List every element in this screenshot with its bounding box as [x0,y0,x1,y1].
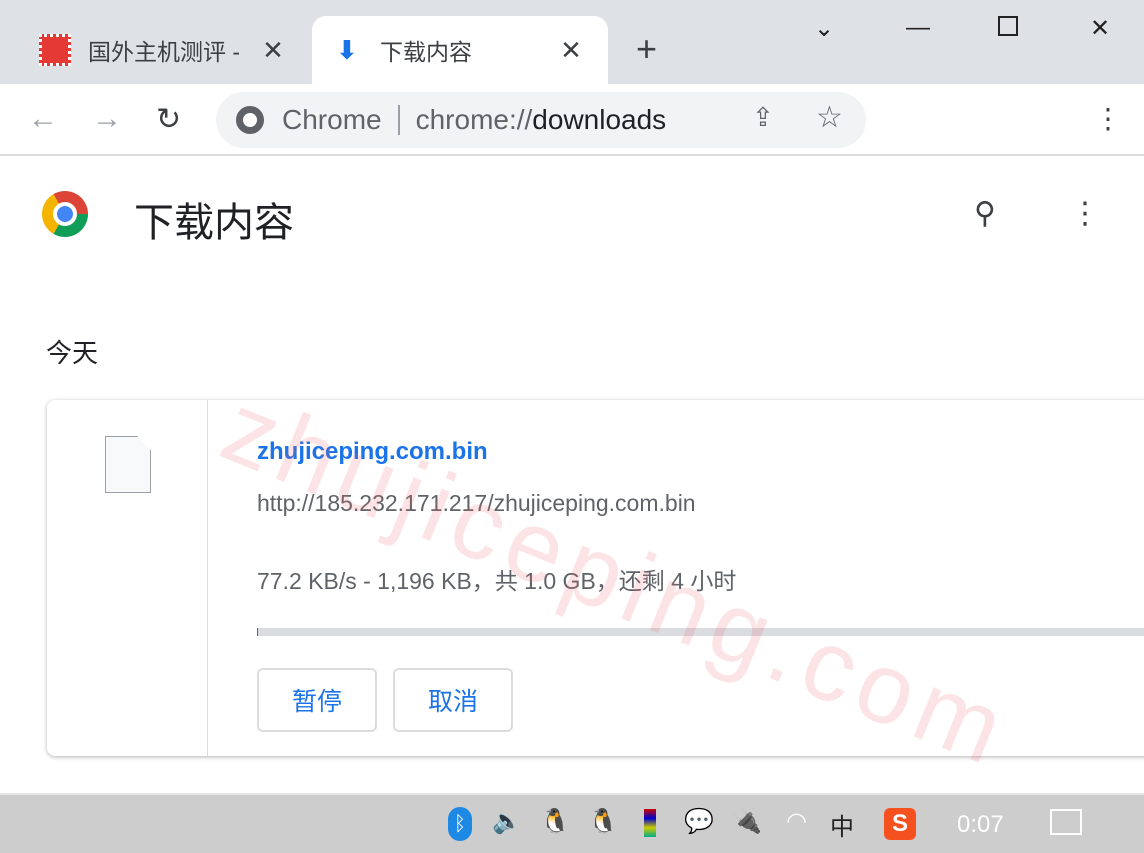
tab-title: 下载内容 [380,39,472,65]
bluetooth-icon[interactable]: ᛒ [448,807,472,841]
browser-menu-icon[interactable]: ⋮ [1094,102,1122,135]
tab-site[interactable]: 国外主机测评 - ✕ [20,16,310,84]
close-window-button[interactable]: ✕ [1090,14,1110,43]
taskbar: ᛒ 🔈 🐧 🐧 💬 🔌 ◠ 中 S 0:07 [0,793,1144,853]
search-icon[interactable]: ⚲ [974,196,996,231]
reload-button[interactable]: ↻ [156,102,181,137]
tab-search-icon[interactable]: ⌄ [814,14,834,43]
wechat-icon[interactable]: 💬 [684,807,714,836]
url-host: downloads [532,104,667,135]
tab-title: 国外主机测评 - [88,39,241,65]
qq-icon-2[interactable]: 🐧 [588,807,618,836]
ime-indicator[interactable]: 中 [830,807,854,842]
cancel-button[interactable]: 取消 [393,668,513,732]
page-title: 下载内容 [134,201,294,245]
minimize-button[interactable]: — [906,14,930,42]
back-button[interactable]: ← [28,102,58,136]
divider [397,105,400,135]
forward-button[interactable]: → [92,102,122,136]
file-icon [105,436,151,493]
date-section-header: 今天 [46,338,99,368]
wifi-icon[interactable]: ◠ [786,807,807,836]
bookmark-star-icon[interactable]: ☆ [816,100,843,135]
new-tab-button[interactable]: + [636,28,657,70]
volume-icon[interactable]: 🔈 [492,807,522,836]
chrome-logo [42,191,88,237]
download-icon: ⬇ [336,34,358,65]
address-bar[interactable]: Chrome chrome:// downloads ⇪ ☆ [216,92,866,148]
chrome-icon [236,106,264,134]
tab-downloads[interactable]: ⬇ 下载内容 ✕ [312,16,608,84]
toolbar: ← → ↻ Chrome chrome:// downloads ⇪ ☆ ⋮ [0,84,1144,156]
progress-bar [257,628,1144,636]
download-item: zhujiceping.com.bin http://185.232.171.2… [47,400,1144,756]
pause-button[interactable]: 暂停 [257,668,377,732]
qq-icon[interactable]: 🐧 [540,807,570,836]
site-favicon [38,33,72,67]
file-name-link[interactable]: zhujiceping.com.bin [257,438,488,466]
sogou-input-icon[interactable]: S [884,808,916,840]
notification-icon[interactable] [1050,809,1082,835]
clock[interactable]: 0:07 [957,811,1004,839]
battery-icon[interactable]: 🔌 [732,807,762,836]
source-url[interactable]: http://185.232.171.217/zhujiceping.com.b… [257,490,696,517]
close-tab-icon[interactable]: ✕ [258,35,288,66]
maximize-button[interactable] [998,16,1018,36]
file-icon-area [47,400,208,756]
app-tray-icon[interactable] [644,809,656,837]
share-icon[interactable]: ⇪ [752,102,774,133]
download-status: 77.2 KB/s - 1,196 KB，共 1.0 GB，还剩 4 小时 [257,568,737,594]
url-scheme: chrome:// [415,104,533,135]
progress-fill [257,628,258,636]
omnibox-chip: Chrome [282,104,382,135]
page-menu-icon[interactable]: ⋮ [1070,196,1100,231]
close-tab-icon[interactable]: ✕ [556,35,586,66]
tab-strip: 国外主机测评 - ✕ ⬇ 下载内容 ✕ + ⌄ — ✕ [0,0,1144,84]
